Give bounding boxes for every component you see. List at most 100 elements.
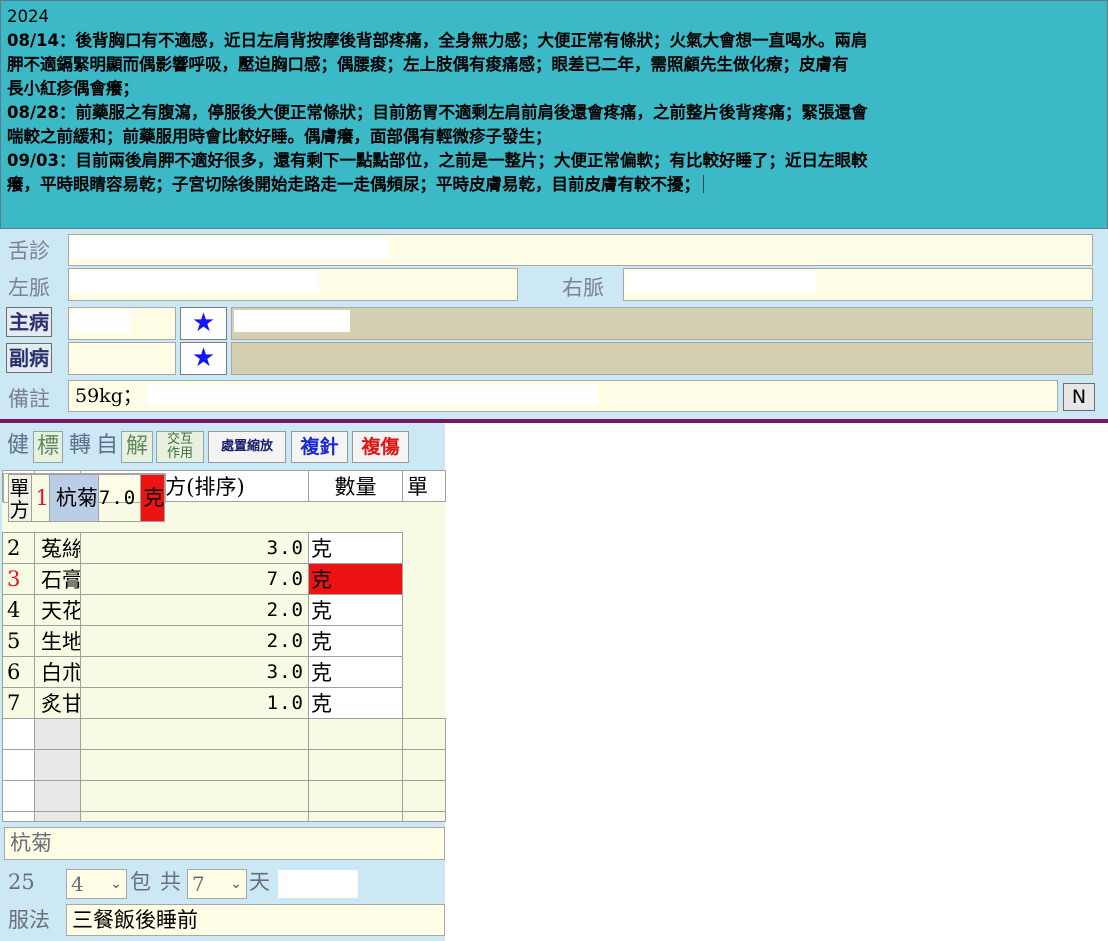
current-herb-field[interactable]: 杭菊	[4, 827, 445, 860]
tongue-input[interactable]	[68, 234, 1093, 266]
empty-cell[interactable]	[402, 718, 446, 750]
toolbar-jian-button[interactable]: 健	[4, 431, 32, 463]
herb-qty[interactable]: 2.0	[80, 625, 309, 657]
empty-cell	[2, 780, 35, 812]
toolbar-biao-button[interactable]: 標	[33, 431, 63, 463]
copy-acupuncture-button[interactable]: 複針	[291, 431, 348, 463]
packs-select[interactable]: 4 ⌄	[66, 869, 127, 899]
empty-cell[interactable]	[308, 749, 403, 781]
herb-qty[interactable]: 2.0	[80, 594, 309, 626]
clinical-notes-textarea[interactable]: 2024 08/14：後背胸口有不適感，近日左肩背按摩後背部疼痛，全身無力感；大…	[0, 0, 1108, 229]
herb-unit[interactable]: 克	[308, 594, 403, 626]
table-row[interactable]: 3 石膏 7.0 克	[2, 563, 446, 595]
dose-extra-field[interactable]	[278, 870, 358, 898]
table-row[interactable]: 2 菟絲子 3.0 克	[2, 532, 446, 564]
table-row[interactable]: 5 生地黃 2.0 克	[2, 625, 446, 657]
main-disease-button[interactable]: 主病	[6, 307, 52, 337]
table-row[interactable]: 7 炙甘草 1.0 克	[2, 687, 446, 719]
row-index[interactable]: 3	[2, 563, 35, 595]
row-index[interactable]: 4	[2, 594, 35, 626]
herb-qty[interactable]: 1.0	[80, 687, 309, 719]
main-disease-name-field[interactable]	[231, 307, 1093, 340]
table-row[interactable]: 單方 1 杭菊 7.0 克	[2, 472, 167, 522]
copy-injury-button[interactable]: 複傷	[352, 431, 409, 463]
notes-line: 胛不適鎘緊明顯而偶影響呼吸，壓迫胸口感；偶腰痠；左上肢偶有痠痛感；眼差已二年，需…	[7, 55, 849, 74]
row-index[interactable]: 1	[30, 473, 50, 522]
sub-disease-star-icon[interactable]: ★	[180, 342, 227, 375]
herb-name[interactable]: 天花粉	[34, 594, 81, 626]
herb-unit[interactable]: 克	[308, 563, 403, 595]
pack-label: 包	[130, 870, 151, 894]
row-index[interactable]: 6	[2, 656, 35, 688]
herb-qty[interactable]: 7.0	[97, 473, 142, 522]
chevron-down-icon: ⌄	[110, 876, 122, 892]
empty-row[interactable]	[2, 811, 446, 822]
row-index[interactable]: 7	[2, 687, 35, 719]
empty-cell[interactable]	[80, 780, 309, 812]
n-button[interactable]: N	[1063, 383, 1095, 411]
field-highlight	[234, 310, 350, 332]
main-disease-code-input[interactable]	[68, 307, 176, 340]
empty-cell[interactable]	[34, 749, 81, 781]
empty-cell[interactable]	[402, 780, 446, 812]
sub-disease-button[interactable]: 副病	[6, 343, 52, 373]
toolbar-jie-button[interactable]: 解	[121, 431, 153, 463]
sub-disease-code-input[interactable]	[68, 342, 176, 375]
herb-name[interactable]: 石膏	[34, 563, 81, 595]
empty-cell[interactable]	[34, 811, 81, 822]
empty-cell[interactable]	[308, 780, 403, 812]
total-count: 25	[8, 870, 35, 894]
notes-line: 08/14：後背胸口有不適感，近日左肩背按摩後背部疼痛，全身無力感；大便正常有條…	[7, 31, 868, 50]
herb-qty[interactable]: 3.0	[80, 656, 309, 688]
row-index[interactable]: 2	[2, 532, 35, 564]
empty-row[interactable]	[2, 718, 446, 750]
notes-line-text: 癢，平時眼睛容易乾；子宮切除後開始走路走一走偶頻尿；平時皮膚易乾，目前皮膚有較不…	[7, 175, 700, 194]
herb-name[interactable]: 杭菊	[48, 473, 99, 522]
herb-qty[interactable]: 3.0	[80, 532, 309, 564]
days-select[interactable]: 7 ⌄	[187, 869, 247, 899]
empty-cell	[2, 749, 35, 781]
herb-unit[interactable]: 克	[308, 656, 403, 688]
herb-name[interactable]: 菟絲子	[34, 532, 81, 564]
interaction-line-2: 作用	[166, 446, 193, 461]
memo-input[interactable]: 59kg；	[68, 380, 1058, 412]
toolbar-zi-button[interactable]: 自	[94, 431, 120, 463]
empty-cell[interactable]	[80, 811, 309, 822]
table-row[interactable]: 6 白朮 3.0 克	[2, 656, 446, 688]
empty-cell	[2, 811, 35, 822]
left-pulse-input[interactable]	[68, 268, 518, 301]
empty-row[interactable]	[2, 780, 446, 812]
empty-cell[interactable]	[80, 718, 309, 750]
empty-cell[interactable]	[34, 780, 81, 812]
herb-unit[interactable]: 克	[308, 625, 403, 657]
herb-unit[interactable]: 克	[140, 473, 166, 522]
herb-name[interactable]: 生地黃	[34, 625, 81, 657]
packs-value: 4	[71, 872, 84, 896]
right-pulse-input[interactable]	[623, 268, 1093, 301]
memo-value: 59kg；	[75, 385, 142, 407]
empty-cell[interactable]	[402, 811, 446, 822]
empty-row[interactable]	[2, 749, 446, 781]
herb-name[interactable]: 炙甘草	[34, 687, 81, 719]
toolbar-zhuan-button[interactable]: 轉	[66, 431, 94, 463]
herb-name[interactable]: 白朮	[34, 656, 81, 688]
empty-cell[interactable]	[308, 811, 403, 822]
empty-cell[interactable]	[308, 718, 403, 750]
field-highlight	[71, 237, 389, 259]
sub-disease-name-field[interactable]	[231, 342, 1093, 375]
table-row[interactable]: 4 天花粉 2.0 克	[2, 594, 446, 626]
usage-input[interactable]: 三餐飯後睡前	[66, 904, 445, 936]
tongue-label: 舌診	[8, 239, 50, 263]
row-index[interactable]: 5	[2, 625, 35, 657]
col-qty-header[interactable]: 數量	[308, 470, 403, 502]
treatment-scale-button[interactable]: 處置縮放	[208, 431, 286, 463]
col-unit-header[interactable]: 單	[402, 470, 446, 502]
herb-unit[interactable]: 克	[308, 687, 403, 719]
empty-cell[interactable]	[80, 749, 309, 781]
herb-unit[interactable]: 克	[308, 532, 403, 564]
empty-cell[interactable]	[402, 749, 446, 781]
drug-interaction-button[interactable]: 交互 作用	[156, 431, 204, 463]
empty-cell[interactable]	[34, 718, 81, 750]
herb-qty[interactable]: 7.0	[80, 563, 309, 595]
main-disease-star-icon[interactable]: ★	[180, 307, 227, 340]
